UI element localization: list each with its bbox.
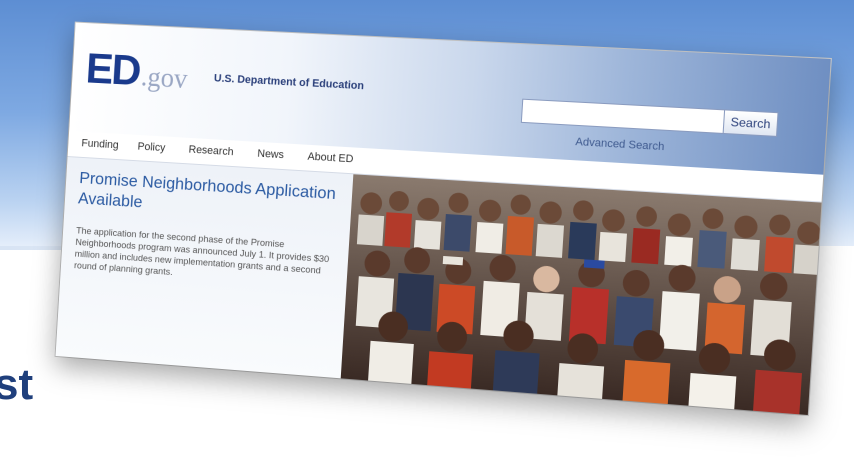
- feature-title[interactable]: Promise Neighborhoods Application Availa…: [78, 167, 338, 224]
- nav-item-funding[interactable]: Funding: [81, 137, 119, 151]
- crowd-photo-image: [341, 174, 822, 415]
- slide-bottom-text: st: [0, 360, 33, 410]
- ed-gov-logo[interactable]: ED .gov: [85, 45, 190, 99]
- nav-item-news[interactable]: News: [257, 148, 284, 161]
- feature-body: The application for the second phase of …: [74, 226, 336, 291]
- logo-ed-text: ED: [85, 45, 141, 96]
- nav-item-policy[interactable]: Policy: [137, 141, 165, 154]
- feature-panel: Promise Neighborhoods Application Availa…: [56, 157, 354, 378]
- crowd-photo[interactable]: [341, 174, 822, 415]
- search-input[interactable]: [521, 99, 727, 134]
- department-name: U.S. Department of Education: [214, 73, 365, 93]
- search-button[interactable]: Search: [723, 109, 779, 137]
- nav-item-about-ed[interactable]: About ED: [307, 151, 354, 166]
- advanced-search-link[interactable]: Advanced Search: [575, 136, 665, 153]
- nav-item-research[interactable]: Research: [188, 144, 234, 158]
- website-screenshot: ED .gov U.S. Department of Education Sea…: [56, 23, 831, 415]
- logo-gov-text: .gov: [140, 62, 188, 96]
